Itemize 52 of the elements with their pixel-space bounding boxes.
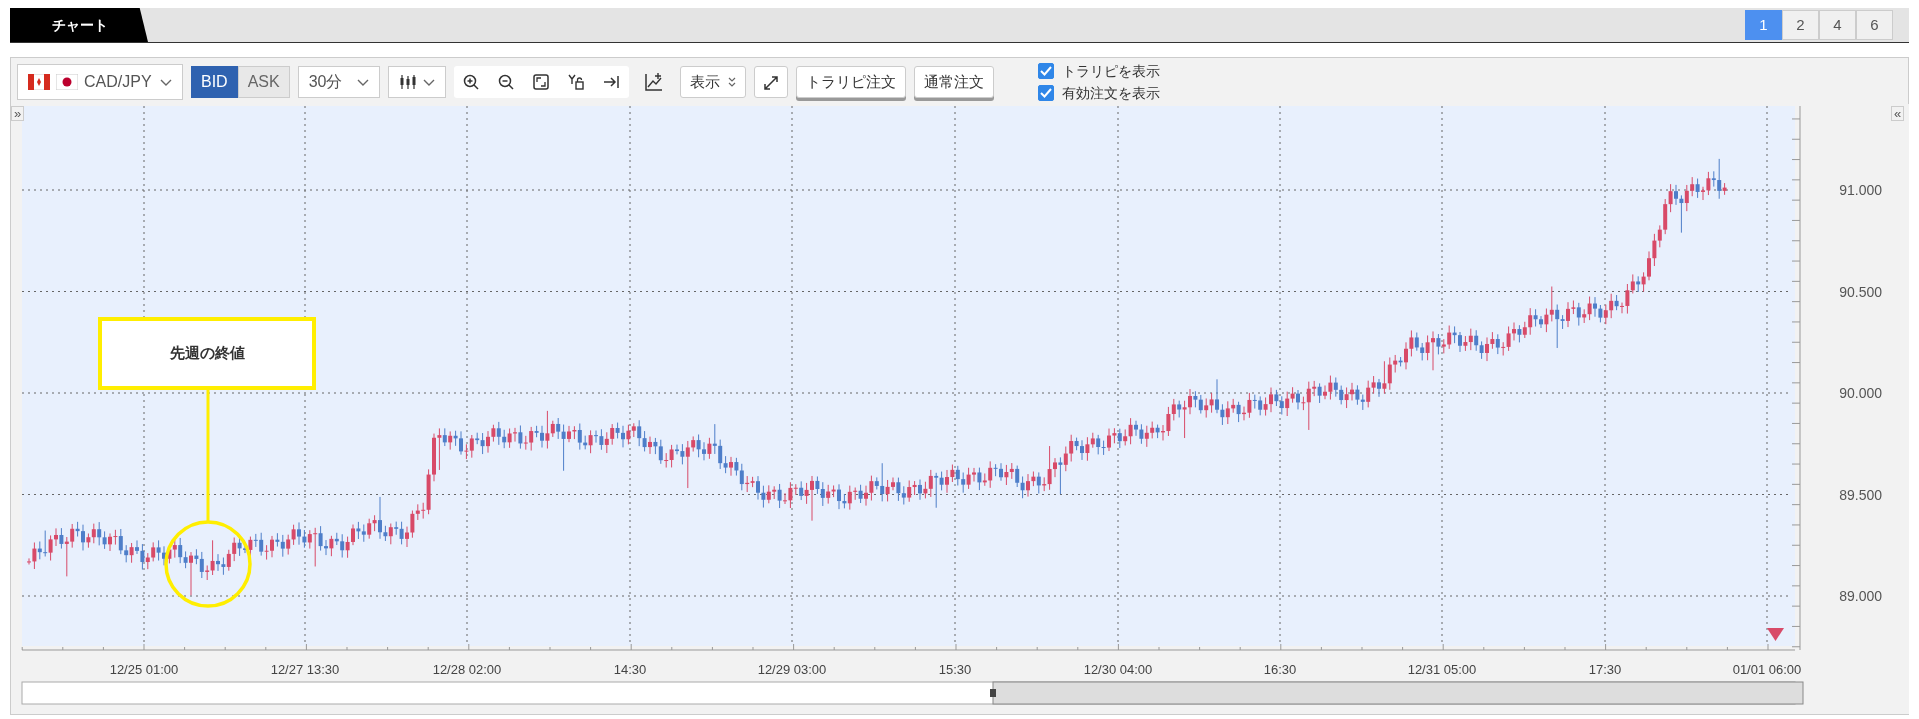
- chart-type-dropdown[interactable]: [387, 66, 446, 98]
- caret-icon: [422, 78, 435, 86]
- checkbox-label: 有効注文を表示: [1061, 84, 1160, 103]
- double-caret-icon: [727, 77, 736, 87]
- x-axis-label: 12/31 05:00: [1407, 662, 1477, 677]
- y-axis-label: 89.500: [1839, 486, 1882, 503]
- order-button[interactable]: 通常注文: [913, 66, 994, 98]
- x-axis-label: 16:30: [1263, 662, 1297, 677]
- checkbox[interactable]: [1037, 85, 1054, 101]
- x-axis-label: 12/30 04:00: [1083, 662, 1153, 677]
- price-side-toggle[interactable]: ASK: [237, 66, 290, 98]
- timeframe-dropdown[interactable]: 30分: [297, 66, 380, 98]
- caret-icon: [356, 78, 369, 86]
- zoom-out-icon: [498, 74, 515, 90]
- order-button[interactable]: トラリピ注文: [795, 66, 906, 98]
- layout-button[interactable]: 2: [1782, 10, 1819, 40]
- y-axis-label: 91.000: [1839, 182, 1882, 198]
- y-axis-label: 89.000: [1839, 588, 1882, 604]
- price-side-toggle[interactable]: BID: [191, 66, 238, 98]
- currency-pair-dropdown[interactable]: CAD/JPY: [17, 64, 183, 100]
- chart-tab[interactable]: チャート: [10, 8, 148, 42]
- x-axis-label: 01/01 06:00: [1732, 662, 1802, 677]
- annotation-box: 先週の終値: [98, 317, 316, 390]
- fullscreen-button[interactable]: [753, 66, 788, 98]
- price-marker-icon: [1767, 628, 1784, 641]
- collapse-panel-toggle[interactable]: «: [1891, 106, 1905, 121]
- navigator-range-handle[interactable]: [990, 681, 1804, 705]
- canada-flag-icon: [28, 74, 50, 90]
- jump-to-end-icon: [603, 74, 620, 90]
- zoom-in-icon: [463, 74, 480, 90]
- x-axis-label: 12/25 01:00: [109, 662, 179, 677]
- x-axis-label: 12/29 03:00: [757, 662, 827, 677]
- y-axis-lock-icon: [568, 74, 585, 90]
- x-axis-label: 14:30: [613, 662, 647, 677]
- x-axis-label: 12/27 13:30: [270, 662, 340, 677]
- y-axis-label: 90.500: [1839, 283, 1882, 300]
- checkbox[interactable]: [1037, 63, 1054, 79]
- fit-screen-icon: [533, 74, 550, 90]
- expand-panel-toggle[interactable]: »: [11, 106, 25, 121]
- x-axis-label: 12/28 02:00: [432, 662, 502, 677]
- chart-plus-icon: [645, 73, 664, 91]
- japan-flag-icon: [56, 74, 78, 90]
- checkbox-label: トラリピを表示: [1061, 62, 1160, 81]
- x-axis-label: 17:30: [1588, 662, 1622, 677]
- expand-icon: [762, 74, 779, 91]
- layout-button[interactable]: 4: [1819, 10, 1856, 40]
- caret-icon: [160, 78, 172, 86]
- display-menu-button[interactable]: 表示: [679, 66, 746, 98]
- x-axis-label: 15:30: [938, 662, 972, 677]
- y-axis-label: 90.000: [1839, 385, 1882, 401]
- candlestick-icon: [398, 74, 417, 90]
- layout-button[interactable]: 6: [1856, 10, 1893, 40]
